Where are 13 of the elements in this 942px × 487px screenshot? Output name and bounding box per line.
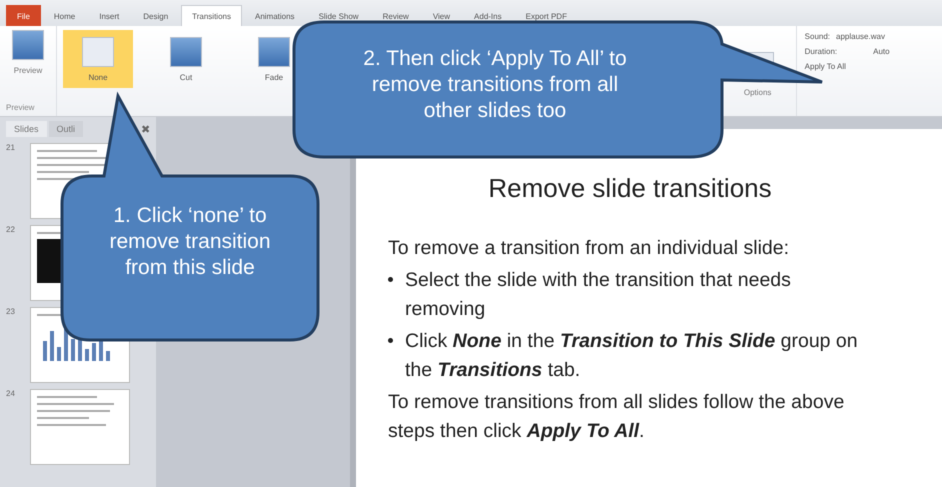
group-label: Preview [6,103,36,112]
slide-number: 21 [6,143,16,154]
duration-label: Duration: [804,47,838,56]
slide-paragraph: To remove transitions from all slides follow the above steps then click Apply To All. [388,390,846,444]
callout-text: 1. Click ‘none’ to remove transition from this slide [108,203,272,281]
slide-number: 22 [6,225,16,236]
slide-title: Remove slide transitions [487,173,773,204]
slide-paragraph: To remove a transition from an individual slide: [388,236,790,261]
callout-text: 2. Then click ‘Apply To All’ to remove transitions from all other slides too [362,46,628,124]
sound-label: Sound: [804,32,830,41]
slide-number: 24 [6,389,16,400]
bullet-text: Click None in the Transition to This Slide group on the Transitions tab. [405,329,859,383]
slide-number: 23 [6,307,16,318]
